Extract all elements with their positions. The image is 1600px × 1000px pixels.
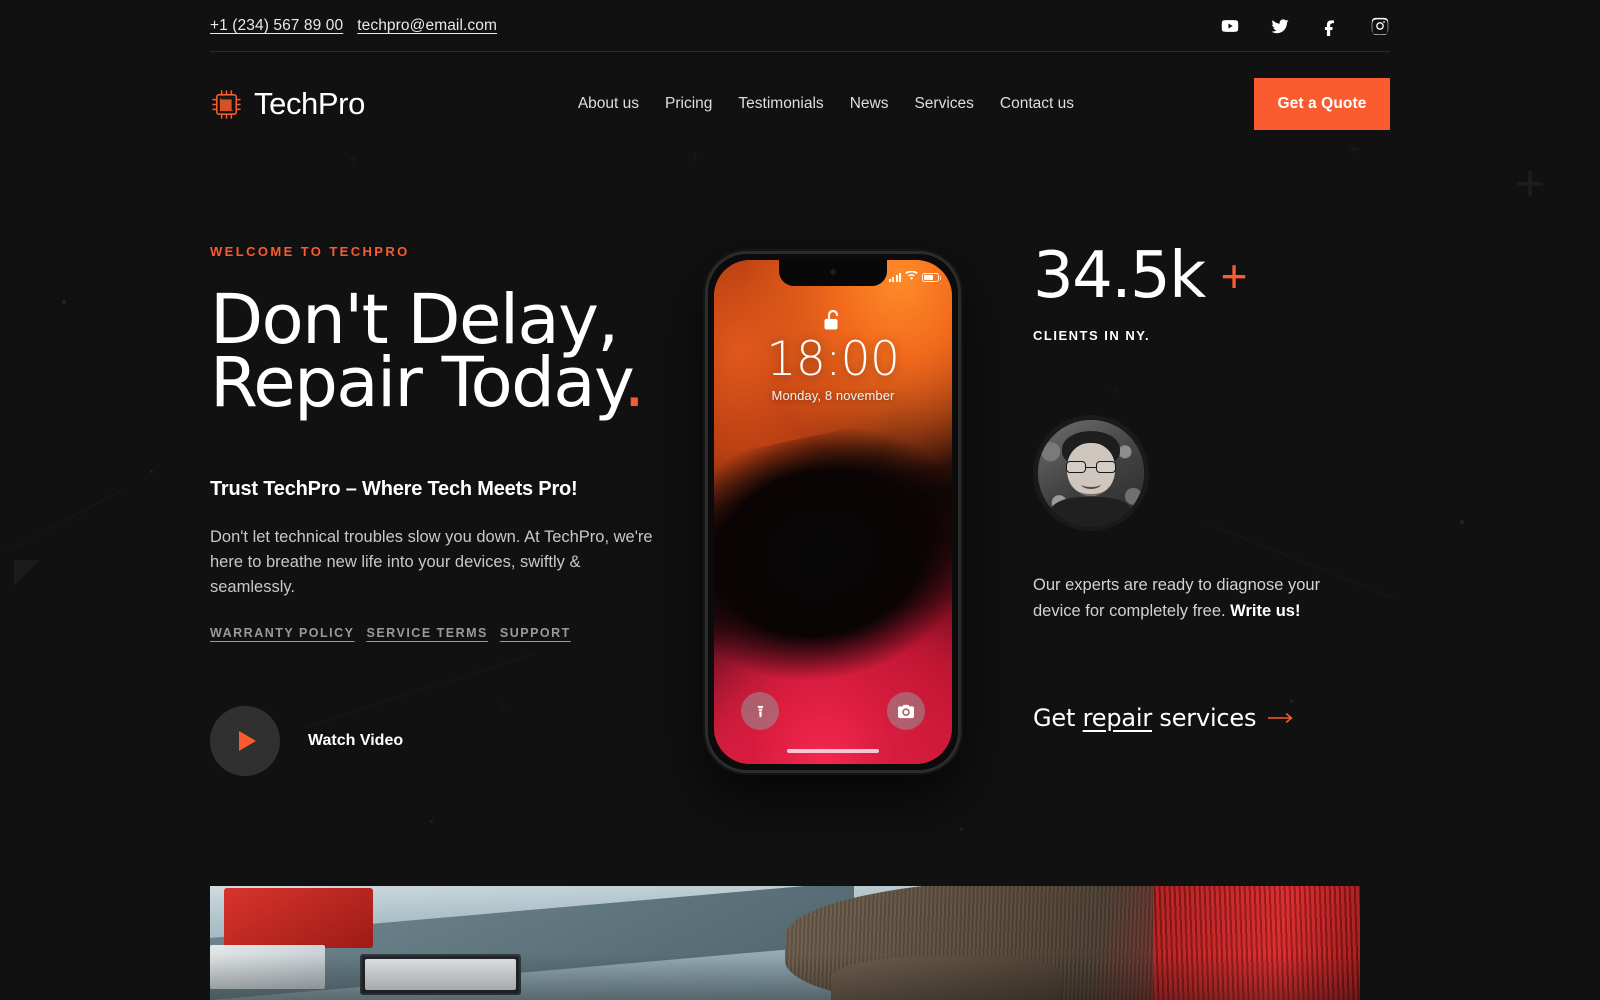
play-icon[interactable] [210,706,280,777]
deco-dot [150,470,153,473]
services-prefix: Get [1033,704,1083,733]
flashlight-icon[interactable] [741,692,779,730]
get-repair-services-link[interactable]: Get repair services [1033,704,1393,732]
clients-stat: 34.5k + [1033,244,1393,308]
stat-plus-icon: + [1220,250,1248,302]
phone-home-indicator [787,749,879,753]
watch-video-label: Watch Video [308,732,404,750]
hero-subheading: Trust TechPro – Where Tech Meets Pro! [210,477,578,500]
nav-item-services[interactable]: Services [914,95,973,113]
services-link-text: Get repair services [1033,704,1257,733]
write-us-link[interactable]: Write us! [1230,602,1300,620]
email-link[interactable]: techpro@email.com [357,17,497,35]
youtube-icon[interactable] [1220,16,1240,36]
social-links [1220,16,1390,36]
deco-dot [62,300,66,304]
deco-line [7,489,123,552]
link-warranty-policy[interactable]: WARRANTY POLICY [210,626,355,640]
deco-plus-icon: + [1515,155,1546,213]
nav-item-news[interactable]: News [850,95,889,113]
cellular-signal-icon [888,272,901,282]
phone-date: Monday, 8 november [771,388,895,403]
stat-label: CLIENTS IN NY. [1033,328,1151,343]
site-header: TechPro About us Pricing Testimonials Ne… [210,52,1390,156]
deco-triangle [14,560,40,586]
phone-time: 18:00 [766,332,900,387]
logo[interactable]: TechPro [210,86,365,122]
hero-secondary-links: WARRANTY POLICY SERVICE TERMS SUPPORT [210,626,680,640]
phone-lock-screen: 18:00 Monday, 8 november [714,260,952,764]
top-contact-bar: +1 (234) 567 89 00 techpro@email.com [0,0,1600,52]
watch-video-button[interactable]: Watch Video [210,706,680,777]
stat-value: 34.5k [1033,239,1206,313]
deco-dot [1460,520,1464,524]
expert-description: Our experts are ready to diagnose your d… [1033,573,1333,624]
nav-item-testimonials[interactable]: Testimonials [738,95,823,113]
wifi-icon [905,268,918,286]
landing-page: + + + + + + +1 (234) 567 89 00 techpro@e… [0,0,1600,1000]
photo-overlay [210,886,1360,1000]
hero-left-column: WELCOME TO TECHPRO Don't Delay, Repair T… [210,244,680,777]
instagram-icon[interactable] [1370,16,1390,36]
hero-body-text: Don't let technical troubles slow you do… [210,527,653,597]
camera-icon[interactable] [887,692,925,730]
phone-notch [779,260,887,286]
hero-right-column: 34.5k + CLIENTS IN NY. Our experts are r… [1033,244,1393,732]
phone-status-bar [888,268,941,286]
facebook-icon[interactable] [1320,16,1340,36]
phone-mockup: 18:00 Monday, 8 november [705,251,961,773]
expert-avatar [1033,415,1149,531]
nav-item-about-us[interactable]: About us [578,95,639,113]
battery-icon [922,272,941,282]
link-service-terms[interactable]: SERVICE TERMS [367,626,488,640]
headline-accent-dot: . [623,343,645,424]
services-emphasis: repair [1082,704,1153,733]
get-a-quote-button[interactable]: Get a Quote [1254,78,1390,130]
nav-item-contact-us[interactable]: Contact us [1000,95,1074,113]
services-suffix: services [1152,704,1257,733]
hero-section: WELCOME TO TECHPRO Don't Delay, Repair T… [210,156,1390,876]
headline-line-2: Repair Today [210,343,625,424]
arrow-right-icon [1268,712,1294,724]
brand-name: TechPro [254,86,365,121]
contact-links: +1 (234) 567 89 00 techpro@email.com [210,17,497,35]
twitter-icon[interactable] [1270,16,1290,36]
page-title: Don't Delay, Repair Today. [210,286,680,418]
phone-link[interactable]: +1 (234) 567 89 00 [210,17,343,35]
cpu-chip-icon [210,88,243,121]
workbench-photo-strip [210,886,1360,1000]
hero-eyebrow: WELCOME TO TECHPRO [210,244,410,259]
nav-item-pricing[interactable]: Pricing [665,95,712,113]
main-navigation: About us Pricing Testimonials News Servi… [578,95,1074,113]
link-support[interactable]: SUPPORT [500,626,571,640]
